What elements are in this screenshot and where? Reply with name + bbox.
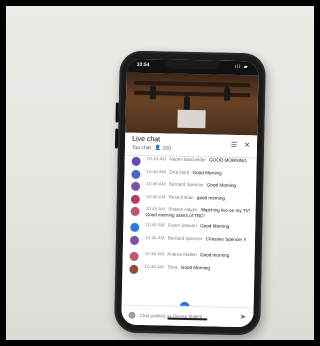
viewer-count: 👤 100 [155, 145, 171, 151]
avatar [130, 207, 140, 217]
message-time: 10:46 AM [145, 222, 165, 228]
message-author[interactable]: Thea [167, 264, 178, 269]
message-author[interactable]: Bernard Spencer [169, 182, 204, 188]
pulpit [177, 109, 206, 129]
status-icons: ıll ▰ [234, 63, 249, 71]
notch [164, 59, 221, 70]
message-time: 10:46 AM [144, 263, 164, 270]
person-figure [183, 95, 191, 110]
phone-screen: 10:54 ıll ▰ Live chat Top chat 👤 100 ☰ ✕… [121, 58, 259, 328]
live-chat-panel: Live chat Top chat 👤 100 ☰ ✕ 10:45 AM Na… [121, 132, 258, 328]
chat-message-list: 10:45 AM Naomi Batchelder GOOD MORNING 1… [122, 156, 256, 279]
top-chat-dropdown[interactable]: Top chat [132, 145, 151, 151]
message-time: 10:45 AM [146, 156, 167, 162]
photo-background: 10:54 ıll ▰ Live chat Top chat 👤 100 ☰ ✕… [6, 6, 314, 340]
volume-down-button [114, 128, 119, 149]
message-author[interactable]: Bernard Spencer [168, 236, 203, 242]
close-icon[interactable]: ✕ [244, 141, 250, 149]
avatar [130, 194, 140, 204]
avatar [131, 156, 141, 166]
menu-icon[interactable]: ☰ [231, 141, 237, 149]
chat-title: Live chat [132, 135, 161, 144]
message-text: Good Morning [192, 169, 222, 176]
video-player[interactable] [125, 72, 259, 136]
chat-header: Live chat Top chat 👤 100 ☰ ✕ [124, 132, 258, 159]
message-time: 10:46 AM [145, 235, 165, 241]
message-time: 10:46 AM [144, 251, 165, 257]
send-icon[interactable]: ➤ [240, 312, 247, 321]
avatar [129, 251, 139, 261]
message-text: Good Morning [206, 182, 237, 189]
message-author[interactable]: Zina Nord [169, 169, 189, 174]
message-time: 10:46 AM [146, 168, 166, 175]
avatar [129, 264, 139, 274]
phone-device: 10:54 ıll ▰ Live chat Top chat 👤 100 ☰ ✕… [114, 50, 266, 336]
avatar [129, 235, 140, 245]
message-author[interactable]: Andrea Mallett [167, 252, 197, 258]
message-text: good morning [196, 194, 226, 201]
chat-message: 10:46 AM Thea Good Morning [122, 263, 254, 278]
message-text: Christine Spencer !! [205, 236, 247, 243]
chat-input[interactable] [139, 310, 230, 322]
avatar [130, 223, 140, 233]
status-time: 10:54 [136, 61, 150, 69]
message-text: Good Morning [180, 264, 211, 270]
message-author[interactable]: Rena Inman [169, 194, 194, 200]
message-time: 10:46 AM [146, 181, 166, 187]
person-figure [149, 85, 157, 100]
person-icon: 👤 [154, 145, 162, 152]
message-time: 10:46 AM [145, 193, 166, 200]
volume-up-button [115, 102, 119, 123]
message-author[interactable]: Naomi Batchelder [169, 157, 206, 163]
chat-input-bar: ➤ [121, 304, 254, 328]
avatar [131, 181, 141, 192]
message-text: GOOD MORNING [209, 157, 247, 164]
message-author[interactable]: Gwen Stewart [168, 223, 197, 229]
avatar [131, 169, 141, 179]
message-text: Good morning [200, 252, 230, 258]
viewer-count-value: 100 [162, 145, 171, 152]
person-figure [223, 86, 231, 101]
avatar [128, 311, 136, 319]
message-text: Good Morning [200, 223, 230, 230]
